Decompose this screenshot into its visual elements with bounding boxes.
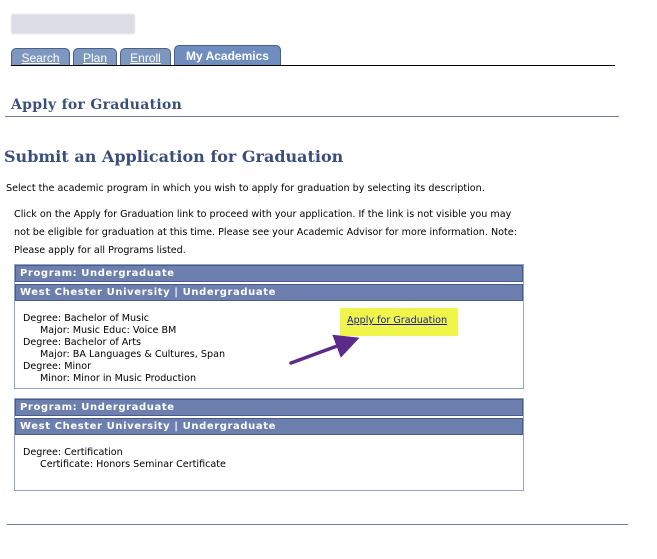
institution-header: West Chester University | Undergraduate: [15, 418, 523, 435]
program-details: Degree: Certification Certificate: Honor…: [15, 435, 523, 471]
program-group: Program: Undergraduate West Chester Univ…: [14, 398, 524, 491]
program-header: Program: Undergraduate: [15, 399, 523, 416]
certificate-row: Certificate: Honors Seminar Certificate: [40, 459, 226, 470]
bottom-divider: [7, 524, 628, 525]
degree-row: Degree: Certification: [23, 447, 123, 458]
